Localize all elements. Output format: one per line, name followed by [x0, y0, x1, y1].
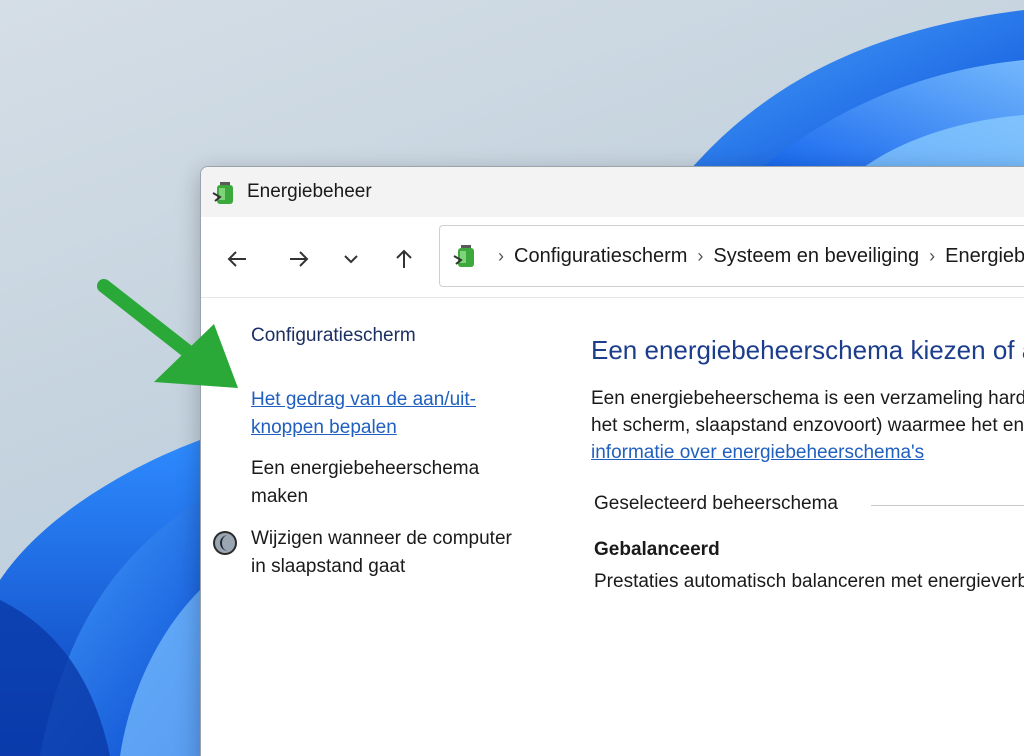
section-divider: [871, 505, 1024, 506]
navigation-bar: › Configuratiescherm › Systeem en beveil…: [201, 217, 1024, 298]
plan-name-balanced: Gebalanceerd: [594, 539, 720, 560]
power-options-icon: [453, 245, 474, 267]
breadcrumb-separator-icon: ›: [929, 245, 936, 266]
back-button[interactable]: [219, 241, 255, 277]
breadcrumb-separator-icon: ›: [697, 245, 704, 266]
plan-name-description: Prestaties automatisch balanceren met en…: [594, 571, 1024, 592]
selected-plan-label: Geselecteerd beheerschema: [594, 493, 838, 514]
sleep-settings-link[interactable]: Wijzigen wanneer de computer in slaapsta…: [251, 525, 526, 581]
power-buttons-link[interactable]: Het gedrag van de aan/uit-knoppen bepale…: [251, 386, 501, 442]
plan-info-link[interactable]: informatie over energiebeheerschema's: [591, 439, 1024, 466]
address-bar[interactable]: › Configuratiescherm › Systeem en beveil…: [439, 225, 1024, 287]
chevron-down-icon: [344, 255, 358, 264]
description-line-2: het scherm, slaapstand enzovoort) waarme…: [591, 415, 1024, 436]
plan-description: Een energiebeheerschema is een verzameli…: [591, 385, 1024, 466]
power-options-icon: [212, 182, 233, 204]
page-heading: Een energiebeheerschema kiezen of aanpas…: [591, 335, 1024, 365]
annotation-arrow-icon: [97, 279, 238, 388]
description-line-1: Een energiebeheerschema is een verzameli…: [591, 388, 1024, 409]
breadcrumb-item-control-panel[interactable]: Configuratiescherm: [514, 245, 687, 268]
arrow-up-icon: [396, 249, 412, 268]
sleep-moon-icon: [213, 531, 237, 555]
arrow-right-icon: [290, 251, 309, 267]
window-title: Energiebeheer: [247, 181, 372, 202]
energy-window: Energiebeheer › Configuratiescherm › Sys…: [200, 166, 1024, 756]
breadcrumb-item-system-security[interactable]: Systeem en beveiliging: [713, 245, 919, 268]
desktop: Energiebeheer › Configuratiescherm › Sys…: [0, 0, 1024, 756]
recent-locations-button[interactable]: [333, 241, 369, 277]
title-bar: Energiebeheer: [201, 167, 1024, 217]
arrow-left-icon: [227, 251, 246, 267]
forward-button[interactable]: [281, 241, 317, 277]
control-panel-home-link[interactable]: Configuratiescherm: [251, 322, 551, 350]
up-button[interactable]: [386, 241, 422, 277]
breadcrumb-item-power-options[interactable]: Energiebeheer: [945, 245, 1024, 268]
breadcrumb-separator-icon: ›: [498, 245, 504, 266]
create-plan-link[interactable]: Een energiebeheerschema maken: [251, 455, 511, 511]
